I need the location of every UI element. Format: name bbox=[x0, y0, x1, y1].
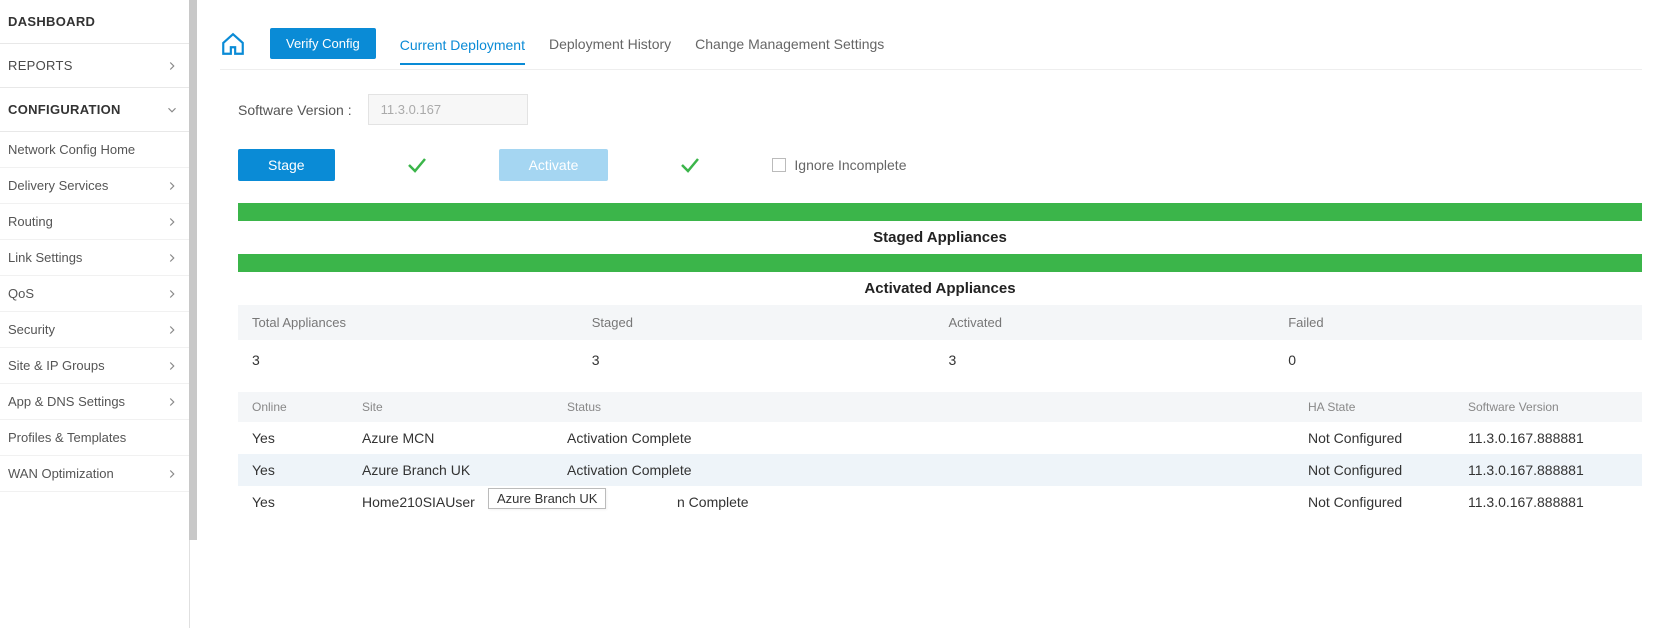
sidebar-item-link-settings[interactable]: Link Settings bbox=[0, 240, 189, 276]
cell-sv: 11.3.0.167.888881 bbox=[1468, 462, 1628, 478]
cell-site: Azure MCN bbox=[362, 430, 567, 446]
chevron-right-icon bbox=[165, 215, 179, 229]
chevron-right-icon bbox=[165, 359, 179, 373]
chevron-right-icon bbox=[165, 323, 179, 337]
cell-status: Activation Complete bbox=[567, 462, 1308, 478]
nav-label: Security bbox=[8, 322, 55, 337]
table-row[interactable]: Yes Azure MCN Activation Complete Not Co… bbox=[238, 422, 1642, 454]
sidebar-item-profiles-templates[interactable]: Profiles & Templates bbox=[0, 420, 189, 456]
sidebar-item-site-ip-groups[interactable]: Site & IP Groups bbox=[0, 348, 189, 384]
table-header: Online Site Status HA State Software Ver… bbox=[238, 392, 1642, 422]
col-online-header: Online bbox=[252, 400, 362, 414]
col-sv-header: Software Version bbox=[1468, 400, 1628, 414]
sidebar-item-routing[interactable]: Routing bbox=[0, 204, 189, 240]
main-content: Verify Config Current Deployment Deploym… bbox=[190, 0, 1672, 628]
appliance-table: Online Site Status HA State Software Ver… bbox=[238, 392, 1642, 518]
col-total-header: Total Appliances bbox=[252, 315, 592, 330]
stage-button[interactable]: Stage bbox=[238, 149, 335, 181]
activate-button[interactable]: Activate bbox=[499, 149, 609, 181]
activated-value: 3 bbox=[948, 352, 1288, 368]
sidebar-item-wan-optimization[interactable]: WAN Optimization bbox=[0, 456, 189, 492]
tab-current-deployment[interactable]: Current Deployment bbox=[400, 33, 525, 65]
nav-dashboard[interactable]: DASHBOARD bbox=[0, 0, 189, 44]
nav-label: DASHBOARD bbox=[8, 14, 95, 29]
cell-ha: Not Configured bbox=[1308, 430, 1468, 446]
sidebar-item-network-config-home[interactable]: Network Config Home bbox=[0, 132, 189, 168]
col-status-header: Status bbox=[567, 400, 1308, 414]
check-icon bbox=[405, 153, 429, 177]
verify-config-button[interactable]: Verify Config bbox=[270, 28, 376, 59]
chevron-right-icon bbox=[165, 467, 179, 481]
ignore-incomplete-checkbox[interactable]: Ignore Incomplete bbox=[772, 157, 906, 173]
cell-online: Yes bbox=[252, 462, 362, 478]
nav-label: Profiles & Templates bbox=[8, 430, 126, 445]
action-row: Stage Activate Ignore Incomplete bbox=[238, 149, 1642, 181]
nav-label: REPORTS bbox=[8, 58, 73, 73]
scrollbar[interactable] bbox=[189, 0, 197, 540]
nav-configuration[interactable]: CONFIGURATION bbox=[0, 88, 189, 132]
cell-status: Activation Complete bbox=[567, 430, 1308, 446]
failed-value: 0 bbox=[1288, 352, 1628, 368]
tab-bar: Verify Config Current Deployment Deploym… bbox=[220, 0, 1642, 70]
checkbox-icon bbox=[772, 158, 786, 172]
software-version-input[interactable] bbox=[368, 94, 528, 125]
staged-value: 3 bbox=[592, 352, 949, 368]
activated-appliances-title: Activated Appliances bbox=[238, 276, 1642, 305]
software-version-label: Software Version : bbox=[238, 102, 352, 118]
cell-online: Yes bbox=[252, 494, 362, 510]
col-site-header: Site bbox=[362, 400, 567, 414]
chevron-right-icon bbox=[165, 251, 179, 265]
col-ha-header: HA State bbox=[1308, 400, 1468, 414]
total-value: 3 bbox=[252, 352, 592, 368]
nav-label: Network Config Home bbox=[8, 142, 135, 157]
nav-label: Link Settings bbox=[8, 250, 82, 265]
sidebar-item-app-dns-settings[interactable]: App & DNS Settings bbox=[0, 384, 189, 420]
table-row[interactable]: Yes Home210SIAUser n Complete Not Config… bbox=[238, 486, 1642, 518]
cell-sv: 11.3.0.167.888881 bbox=[1468, 494, 1628, 510]
chevron-right-icon bbox=[165, 395, 179, 409]
nav-label: QoS bbox=[8, 286, 34, 301]
progress-bar-activated bbox=[238, 254, 1642, 272]
staged-appliances-title: Staged Appliances bbox=[238, 225, 1642, 254]
col-activated-header: Activated bbox=[948, 315, 1288, 330]
tab-change-management-settings[interactable]: Change Management Settings bbox=[695, 32, 884, 56]
chevron-right-icon bbox=[165, 287, 179, 301]
home-icon[interactable] bbox=[220, 31, 246, 57]
cell-ha: Not Configured bbox=[1308, 494, 1468, 510]
checkbox-label: Ignore Incomplete bbox=[794, 157, 906, 173]
cell-online: Yes bbox=[252, 430, 362, 446]
progress-bar-staged bbox=[238, 203, 1642, 221]
cell-status: n Complete bbox=[567, 494, 1308, 510]
sidebar-item-delivery-services[interactable]: Delivery Services bbox=[0, 168, 189, 204]
cell-ha: Not Configured bbox=[1308, 462, 1468, 478]
nav-label: WAN Optimization bbox=[8, 466, 114, 481]
deployment-panel: Software Version : Stage Activate Ignore… bbox=[220, 70, 1642, 518]
col-failed-header: Failed bbox=[1288, 315, 1628, 330]
col-staged-header: Staged bbox=[592, 315, 949, 330]
sidebar-item-qos[interactable]: QoS bbox=[0, 276, 189, 312]
nav-label: CONFIGURATION bbox=[8, 102, 121, 117]
chevron-right-icon bbox=[165, 59, 179, 73]
nav-label: Routing bbox=[8, 214, 53, 229]
cell-sv: 11.3.0.167.888881 bbox=[1468, 430, 1628, 446]
chevron-down-icon bbox=[165, 103, 179, 117]
nav-reports[interactable]: REPORTS bbox=[0, 44, 189, 88]
summary-row: 3 3 3 0 bbox=[238, 340, 1642, 380]
tab-deployment-history[interactable]: Deployment History bbox=[549, 32, 671, 56]
check-icon bbox=[678, 153, 702, 177]
tooltip: Azure Branch UK bbox=[488, 488, 606, 509]
cell-site: Azure Branch UK bbox=[362, 462, 567, 478]
table-row[interactable]: Yes Azure Branch UK Activation Complete … bbox=[238, 454, 1642, 486]
nav-label: Delivery Services bbox=[8, 178, 108, 193]
sidebar-item-security[interactable]: Security bbox=[0, 312, 189, 348]
chevron-right-icon bbox=[165, 179, 179, 193]
software-version-row: Software Version : bbox=[238, 94, 1642, 125]
nav-label: Site & IP Groups bbox=[8, 358, 105, 373]
summary-header: Total Appliances Staged Activated Failed bbox=[238, 305, 1642, 340]
nav-label: App & DNS Settings bbox=[8, 394, 125, 409]
sidebar: DASHBOARD REPORTS CONFIGURATION Network … bbox=[0, 0, 190, 628]
